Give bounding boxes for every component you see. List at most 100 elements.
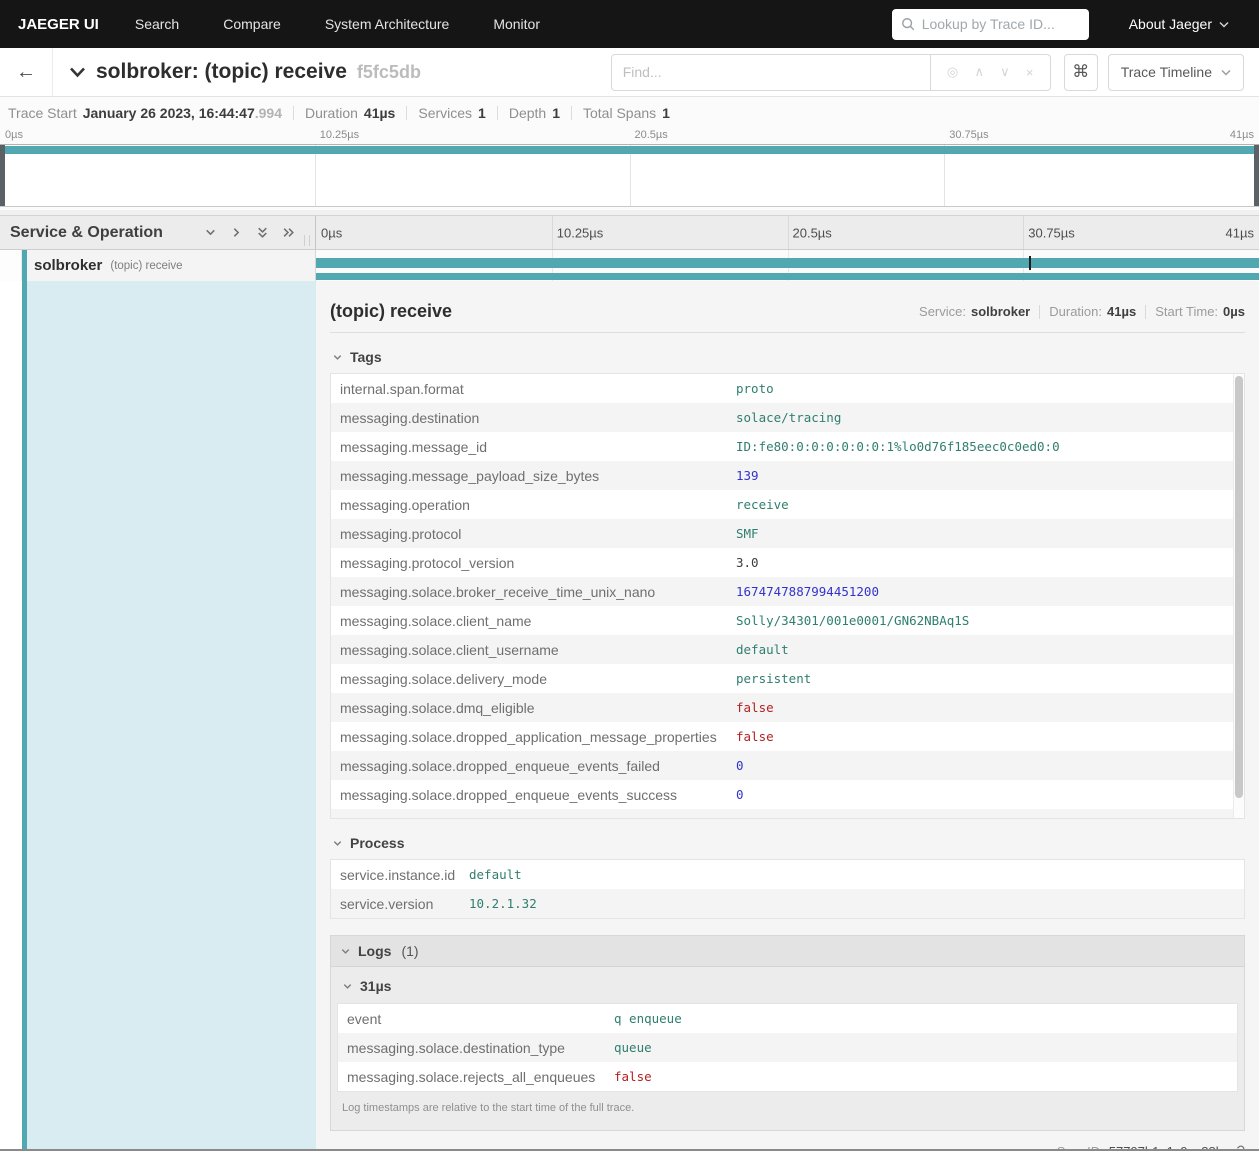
top-nav: JAEGER UI Search Compare System Architec…: [0, 0, 1259, 48]
trace-view-selector[interactable]: Trace Timeline: [1107, 53, 1244, 91]
ruler-tick: 41µs: [1229, 129, 1254, 141]
jaeger-logo[interactable]: JAEGER UI: [18, 16, 99, 33]
tags-section-toggle[interactable]: Tags: [332, 349, 1245, 365]
kv-row-messaging.solace.destination_type[interactable]: messaging.solace.destination_type queue: [338, 1033, 1237, 1062]
keyboard-shortcuts-button[interactable]: ⌘: [1063, 53, 1098, 91]
chevron-down-icon: [342, 981, 353, 992]
kv-key: service.version: [340, 895, 434, 912]
duration-label: Duration: [305, 104, 358, 121]
expand-all-icon[interactable]: [282, 226, 295, 239]
kv-row-internal.span.format[interactable]: internal.span.format proto: [331, 374, 1244, 403]
nav-item-system-architecture[interactable]: System Architecture: [325, 16, 450, 32]
kv-value: SMF: [736, 526, 759, 541]
minimap-left-handle[interactable]: [0, 145, 5, 206]
deep-link-icon[interactable]: [1231, 1145, 1245, 1149]
kv-key: messaging.protocol: [340, 525, 462, 542]
kv-key: messaging.solace.dropped_enqueue_events_…: [340, 757, 660, 774]
find-input[interactable]: [610, 53, 931, 91]
clear-find-icon[interactable]: ×: [1026, 65, 1034, 80]
log-entry: 31µs event q enqueue messaging.solace.dest…: [331, 967, 1244, 1130]
kv-key: messaging.operation: [340, 496, 470, 513]
total-spans-label: Total Spans: [583, 104, 657, 121]
span-duration-bar[interactable]: [316, 258, 1259, 268]
kv-key: messaging.message_id: [340, 438, 488, 455]
log-marker-tick[interactable]: [1028, 256, 1031, 270]
kv-row-service.version[interactable]: service.version 10.2.1.32: [331, 889, 1244, 918]
ruler-tick: 20.5µs: [634, 129, 668, 141]
minimap-ruler: 0µs 10.25µs 20.5µs 30.75µs 41µs: [0, 128, 1259, 144]
trace-minimap: 0µs 10.25µs 20.5µs 30.75µs 41µs: [0, 128, 1259, 210]
logs-section-toggle[interactable]: Logs (1): [331, 936, 1244, 967]
selected-span-column: [0, 281, 316, 1149]
trace-start-label: Trace Start: [8, 104, 77, 121]
log-entry-toggle[interactable]: 31µs: [342, 978, 1238, 994]
duration-label: Duration:: [1049, 304, 1102, 319]
minimap-canvas[interactable]: [0, 144, 1259, 207]
trace-id-lookup-input[interactable]: [921, 16, 1080, 32]
span-detail-region: (topic) receive Service: solbroker Durat…: [0, 281, 1259, 1149]
duration-value: 41µs: [363, 104, 396, 121]
kv-key: service.instance.id: [340, 866, 456, 883]
span-name-cell[interactable]: solbroker (topic) receive: [0, 250, 316, 281]
tags-scrollbar[interactable]: [1233, 374, 1244, 818]
prev-match-icon[interactable]: ∧: [974, 64, 984, 80]
trace-collapse-chevron-icon[interactable]: [69, 66, 86, 78]
service-value: solbroker: [971, 304, 1031, 319]
about-jaeger-menu[interactable]: About Jaeger: [1129, 16, 1229, 32]
logs-count: (1): [401, 943, 419, 959]
trace-id-short: f5fc5db: [356, 61, 421, 82]
kv-row-messaging.operation[interactable]: messaging.operation receive: [331, 490, 1244, 519]
log-entry-timestamp: 31µs: [360, 978, 392, 994]
kv-key: messaging.solace.destination_type: [347, 1039, 565, 1056]
kv-row-messaging.solace.client_name[interactable]: messaging.solace.client_name Solly/34301/…: [331, 606, 1244, 635]
span-bar-cell[interactable]: [316, 250, 1259, 281]
back-button[interactable]: ←: [0, 48, 53, 96]
kv-row-messaging.solace.dropped_enqueue_events_failed[interactable]: messaging.solace.dropped_enqueue_events_…: [331, 751, 1244, 780]
kv-row-messaging.solace.rejects_all_enqueues[interactable]: messaging.solace.rejects_all_enqueues fal…: [338, 1062, 1237, 1091]
kv-row-messaging.solace.broker_receive_time_unix_nano[interactable]: messaging.solace.broker_receive_time_uni…: [331, 577, 1244, 606]
minimap-right-handle[interactable]: [1254, 145, 1259, 206]
kv-row-service.instance.id[interactable]: service.instance.id default: [331, 860, 1244, 889]
kv-value: receive: [736, 497, 789, 512]
next-match-icon[interactable]: ∨: [1000, 64, 1010, 80]
kv-row-messaging.destination[interactable]: messaging.destination solace/tracing: [331, 403, 1244, 432]
kv-row-messaging.protocol[interactable]: messaging.protocol SMF: [331, 519, 1244, 548]
kv-row-messaging.message_payload_size_bytes[interactable]: messaging.message_payload_size_bytes 139: [331, 461, 1244, 490]
column-resize-grip[interactable]: [304, 235, 310, 246]
expand-one-icon[interactable]: [256, 226, 269, 239]
kv-value: 0: [736, 787, 744, 802]
kv-row-messaging.solace.dropped_enqueue_events_success[interactable]: messaging.solace.dropped_enqueue_events_…: [331, 780, 1244, 809]
span-service-name: solbroker: [34, 257, 103, 274]
span-operation-name: (topic) receive: [110, 259, 183, 272]
kv-key: messaging.destination: [340, 409, 480, 426]
collapse-all-icon[interactable]: [230, 226, 243, 239]
kv-row-messaging.solace.dropped_application_message_properties[interactable]: messaging.solace.dropped_application_mes…: [331, 722, 1244, 751]
nav-item-monitor[interactable]: Monitor: [493, 16, 540, 32]
kv-row-event[interactable]: event q enqueue: [338, 1004, 1237, 1033]
trace-page-header: ← solbroker: (topic) receive f5fc5db ◎ ∧…: [0, 48, 1259, 97]
ruler-tick: 30.75µs: [949, 129, 989, 141]
nav-item-compare[interactable]: Compare: [223, 16, 281, 32]
start-time-value: 0µs: [1223, 304, 1245, 319]
kv-row-messaging.protocol_version[interactable]: messaging.protocol_version 3.0: [331, 548, 1244, 577]
kv-value: Solly/34301/001e0001/GN62NBAq1S: [736, 613, 970, 628]
trace-title: solbroker: (topic) receive: [96, 60, 347, 83]
span-row[interactable]: solbroker (topic) receive: [0, 250, 1259, 281]
trace-summary-bar: Trace Start January 26 2023, 16:44:47.99…: [0, 97, 1259, 128]
kv-row-messaging.message_id[interactable]: messaging.message_id ID:fe80:0:0:0:0:0:0:…: [331, 432, 1244, 461]
process-section-toggle[interactable]: Process: [332, 835, 1245, 851]
kv-row-messaging.solace.dmq_eligible[interactable]: messaging.solace.dmq_eligible false: [331, 693, 1244, 722]
focus-match-icon[interactable]: ◎: [947, 64, 958, 80]
collapse-one-icon[interactable]: [204, 226, 217, 239]
tags-scrollbar-thumb[interactable]: [1235, 376, 1243, 798]
expand-collapse-controls: [204, 226, 295, 239]
kv-key: event: [347, 1010, 382, 1027]
kv-row-messaging.solace.delivery_mode[interactable]: messaging.solace.delivery_mode persistent: [331, 664, 1244, 693]
selected-span-highlight: [27, 281, 316, 1149]
nav-item-search[interactable]: Search: [135, 16, 179, 32]
kv-value: ID:fe80:0:0:0:0:0:0:1%lo0d76f185eec0c0ed…: [736, 439, 1060, 454]
kv-row-messaging.solace.client_username[interactable]: messaging.solace.client_username default: [331, 635, 1244, 664]
kv-row-messaging.solace.priority[interactable]: messaging.solace.priority4: [331, 809, 1244, 818]
service-label: Service:: [919, 304, 966, 319]
process-table: service.instance.id default service.versio…: [330, 859, 1245, 919]
